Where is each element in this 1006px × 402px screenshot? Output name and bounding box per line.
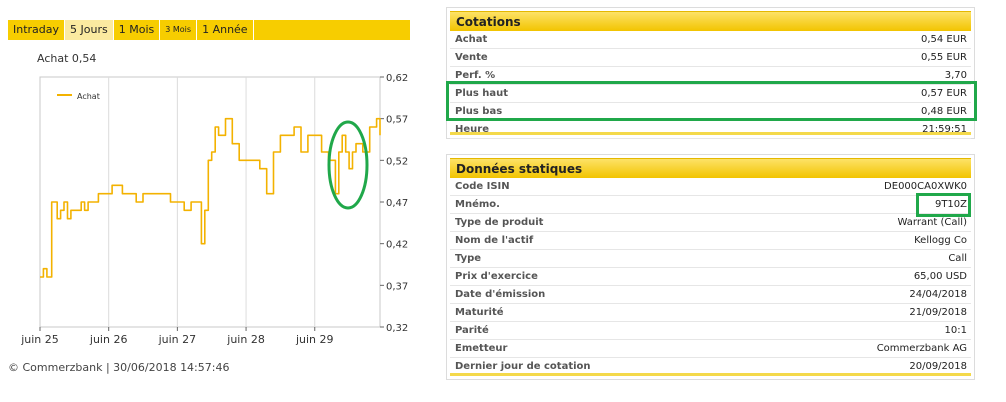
y-tick-label: 0,57: [386, 115, 408, 126]
x-tick-label: juin 26: [89, 333, 128, 346]
cotations-row: Plus haut 0,57 EUR: [450, 85, 971, 103]
series-line-achat: [40, 117, 381, 278]
tab-1-annee[interactable]: 1 Année: [197, 20, 254, 40]
x-tick-label: juin 27: [158, 333, 197, 346]
donnees-value: Warrant (Call): [897, 217, 967, 228]
donnees-row: Parité 10:1: [450, 322, 971, 340]
cotations-label: Perf. %: [455, 70, 496, 81]
donnees-label: Type: [455, 253, 482, 264]
cotations-panel: Cotations Achat 0,54 EUR Vente 0,55 EUR Perf…: [446, 7, 975, 139]
cotations-row: Plus bas 0,48 EUR: [450, 103, 971, 121]
donnees-label: Type de produit: [455, 217, 544, 228]
donnees-label: Nom de l'actif: [455, 235, 534, 246]
period-tabs: Intraday 5 Jours 1 Mois 3 Mois 1 Année: [8, 20, 410, 40]
cotations-label: Vente: [455, 52, 488, 63]
donnees-label: Date d'émission: [455, 289, 546, 300]
tab-intraday[interactable]: Intraday: [8, 20, 66, 40]
price-chart: juin 25 juin 26 juin 27 juin 28 juin 29 0,62 0…: [20, 73, 408, 346]
cotations-title: Cotations: [450, 11, 971, 31]
cotations-value: 0,48 EUR: [920, 106, 967, 117]
donnees-label: Emetteur: [455, 343, 508, 354]
donnees-label: Mnémo.: [455, 199, 500, 210]
cotations-footer-bar: [450, 132, 971, 135]
tab-3-mois[interactable]: 3 Mois: [160, 20, 198, 40]
donnees-value: DE000CA0XWK0: [884, 181, 967, 192]
cotations-value: 3,70: [944, 70, 967, 81]
x-tick-label: juin 25: [20, 333, 59, 346]
donnees-value: 10:1: [944, 325, 967, 336]
donnees-title: Données statiques: [450, 158, 971, 178]
tab-1-mois[interactable]: 1 Mois: [114, 20, 161, 40]
donnees-label: Code ISIN: [455, 181, 510, 192]
y-tick-label: 0,37: [386, 281, 408, 292]
donnees-value: Call: [948, 253, 967, 264]
cotations-value: 0,55 EUR: [920, 52, 967, 63]
donnees-footer-bar: [450, 373, 971, 376]
legend-label: Achat: [77, 92, 100, 101]
x-tick-label: juin 28: [226, 333, 265, 346]
donnees-row: Code ISIN DE000CA0XWK0: [450, 178, 971, 196]
donnees-label: Prix d'exercice: [455, 271, 538, 282]
donnees-row: Emetteur Commerzbank AG: [450, 340, 971, 358]
y-tick-label: 0,62: [386, 73, 408, 84]
cotations-label: Plus haut: [455, 88, 509, 99]
donnees-value: Commerzbank AG: [876, 343, 967, 354]
y-tick-label: 0,47: [386, 198, 408, 209]
cotations-label: Achat: [455, 34, 488, 45]
cotations-value: 21:59:51: [922, 124, 967, 135]
y-tick-label: 0,32: [386, 323, 408, 334]
donnees-label: Maturité: [455, 307, 504, 318]
donnees-row: Date d'émission 24/04/2018: [450, 286, 971, 304]
donnees-value: 24/04/2018: [909, 289, 967, 300]
donnees-row: Maturité 21/09/2018: [450, 304, 971, 322]
y-tick-label: 0,42: [386, 240, 408, 251]
donnees-value: 9T10Z: [934, 199, 967, 210]
cotations-row: Heure 21:59:51: [450, 121, 971, 139]
donnees-value: Kellogg Co: [914, 235, 967, 246]
cotations-label: Plus bas: [455, 106, 503, 117]
cotations-row: Achat 0,54 EUR: [450, 31, 971, 49]
donnees-row: Type de produit Warrant (Call): [450, 214, 971, 232]
donnees-value: 21/09/2018: [909, 307, 967, 318]
cotations-row: Vente 0,55 EUR: [450, 49, 971, 67]
donnees-row: Prix d'exercice 65,00 USD: [450, 268, 971, 286]
cotations-value: 0,57 EUR: [920, 88, 967, 99]
x-tick-label: juin 29: [295, 333, 334, 346]
cotations-row: Perf. % 3,70: [450, 67, 971, 85]
donnees-panel: Données statiques Code ISIN DE000CA0XWK0 M…: [446, 154, 975, 380]
cotations-value: 0,54 EUR: [920, 34, 967, 45]
y-tick-label: 0,52: [386, 156, 408, 167]
donnees-label: Parité: [455, 325, 489, 336]
cotations-label: Heure: [455, 124, 489, 135]
donnees-row: Type Call: [450, 250, 971, 268]
donnees-row: Nom de l'actif Kellogg Co: [450, 232, 971, 250]
donnees-value: 65,00 USD: [913, 271, 967, 282]
tab-5-jours[interactable]: 5 Jours: [65, 20, 114, 40]
copyright-text: © Commerzbank | 30/06/2018 14:57:46: [8, 361, 230, 374]
donnees-row: Mnémo. 9T10Z: [450, 196, 971, 214]
